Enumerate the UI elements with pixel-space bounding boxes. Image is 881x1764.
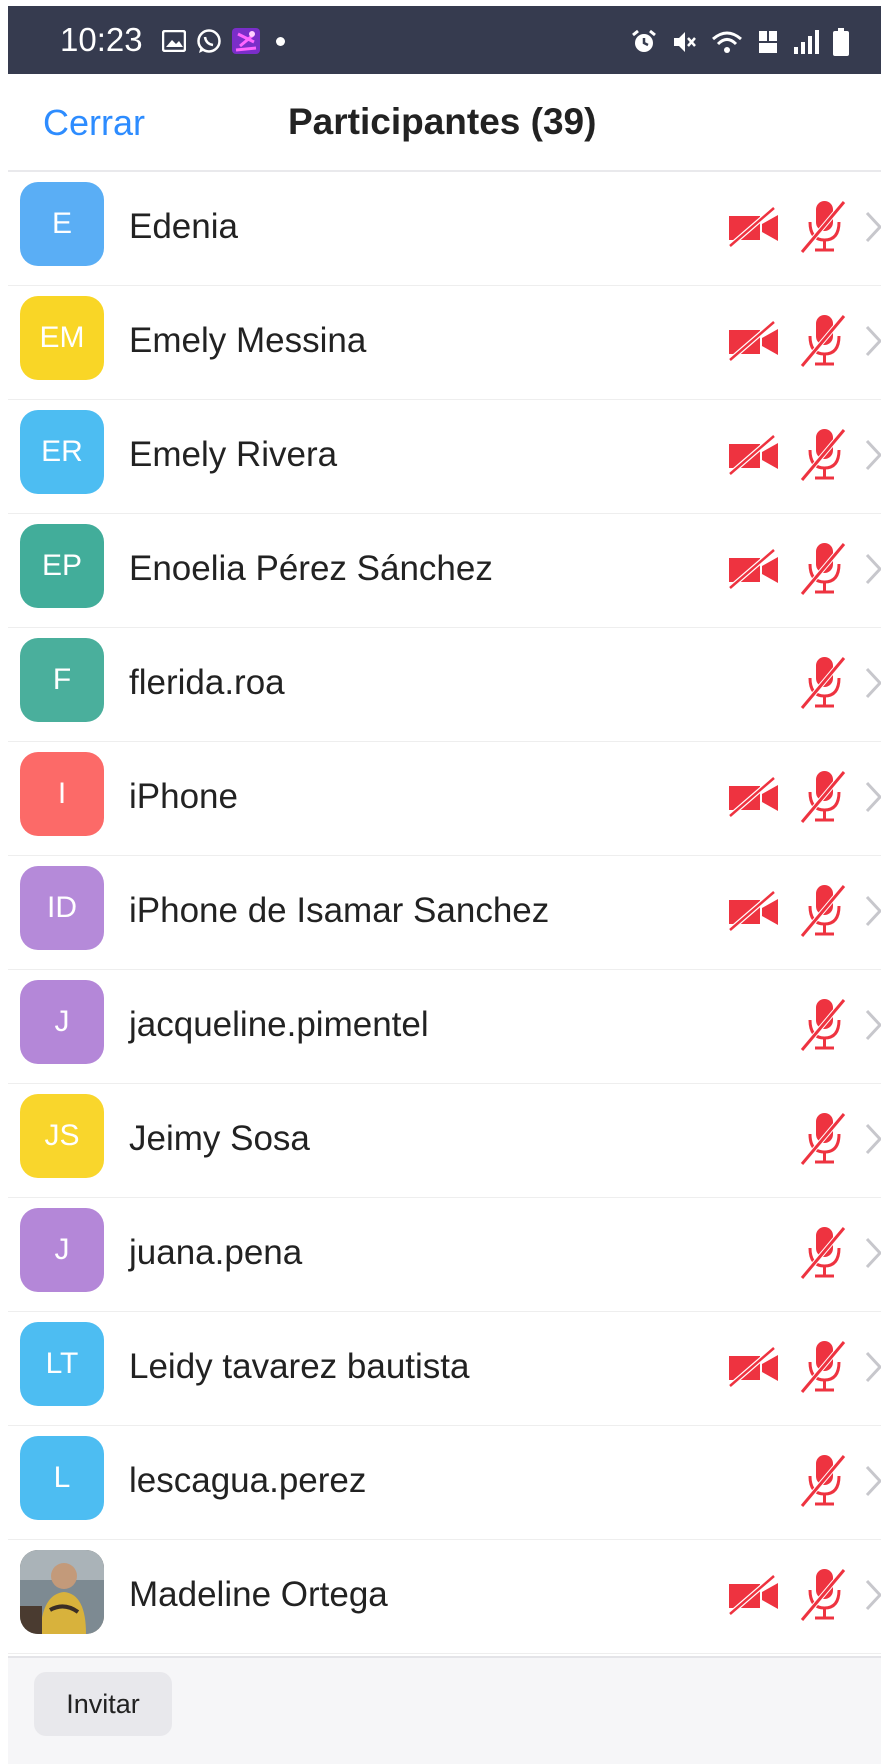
footer-bar: Invitar (8, 1656, 881, 1764)
battery-icon (833, 28, 849, 56)
avatar: ER (20, 410, 104, 494)
participant-row[interactable]: EP Enoelia Pérez Sánchez (8, 514, 881, 628)
mute-icon (674, 32, 696, 52)
wifi-icon (712, 31, 742, 53)
alarm-icon (632, 29, 656, 52)
participant-row[interactable]: Jjacqueline.pimentel (8, 970, 881, 1084)
dot-icon (276, 36, 285, 46)
participant-name: Madeline Ortega (129, 1575, 388, 1614)
participant-row[interactable]: Fflerida.roa (8, 628, 881, 742)
app-icon (232, 28, 260, 54)
mic-muted-icon (798, 768, 850, 824)
participant-row[interactable]: JS Jeimy Sosa (8, 1084, 881, 1198)
gallery-icon (162, 30, 186, 52)
status-time: 10:23 (60, 21, 143, 58)
mic-muted-icon (798, 1338, 850, 1394)
chevron-right-icon[interactable] (864, 1122, 881, 1156)
mic-muted-icon (798, 312, 850, 368)
mic-muted-icon (798, 1566, 850, 1622)
participant-row[interactable]: ID iPhone de Isamar Sanchez (8, 856, 881, 970)
avatar: F (20, 638, 104, 722)
video-off-icon (726, 320, 782, 362)
participant-row[interactable]: Llescagua.perez (8, 1426, 881, 1540)
chevron-right-icon[interactable] (864, 894, 881, 928)
mic-muted-icon (798, 1110, 850, 1166)
chevron-right-icon[interactable] (864, 1350, 881, 1384)
video-off-icon (726, 548, 782, 590)
chevron-right-icon[interactable] (864, 1236, 881, 1270)
participant-name: flerida.roa (129, 663, 285, 702)
avatar: ID (20, 866, 104, 950)
video-off-icon (726, 1346, 782, 1388)
whatsapp-icon (197, 29, 221, 53)
avatar: L (20, 1436, 104, 1520)
mic-muted-icon (798, 996, 850, 1052)
signal-icon (794, 30, 819, 54)
chevron-right-icon[interactable] (864, 1464, 881, 1498)
status-bar: 10:23 (8, 6, 881, 74)
avatar: J (20, 1208, 104, 1292)
avatar: J (20, 980, 104, 1064)
participant-name: lescagua.perez (129, 1461, 367, 1500)
chevron-right-icon[interactable] (864, 210, 881, 244)
avatar: JS (20, 1094, 104, 1178)
participant-row[interactable]: E Edenia (8, 172, 881, 286)
participant-name: Edenia (129, 207, 238, 246)
volte-icon (759, 31, 777, 53)
chevron-right-icon[interactable] (864, 666, 881, 700)
participant-name: Emely Rivera (129, 435, 338, 474)
video-off-icon (726, 434, 782, 476)
participant-name: iPhone (129, 777, 238, 816)
avatar: E (20, 182, 104, 266)
participant-name: Leidy tavarez bautista (129, 1347, 470, 1386)
video-off-icon (726, 1574, 782, 1616)
participant-name: Emely Messina (129, 321, 367, 360)
mic-muted-icon (798, 1452, 850, 1508)
chevron-right-icon[interactable] (864, 552, 881, 586)
avatar: I (20, 752, 104, 836)
chevron-right-icon[interactable] (864, 1578, 881, 1612)
participant-name: juana.pena (129, 1233, 303, 1272)
avatar: EP (20, 524, 104, 608)
participant-list: E Edenia EM Emely Messina ER Emely Rivera E… (8, 172, 881, 1654)
chevron-right-icon[interactable] (864, 438, 881, 472)
mic-muted-icon (798, 882, 850, 938)
participant-row[interactable]: Madeline Ortega (8, 1540, 881, 1654)
participant-row[interactable]: EM Emely Messina (8, 286, 881, 400)
close-button[interactable]: Cerrar (43, 102, 145, 144)
participant-row[interactable]: LT Leidy tavarez bautista (8, 1312, 881, 1426)
invite-button[interactable]: Invitar (34, 1672, 172, 1736)
avatar: LT (20, 1322, 104, 1406)
video-off-icon (726, 206, 782, 248)
mic-muted-icon (798, 1224, 850, 1280)
mic-muted-icon (798, 426, 850, 482)
chevron-right-icon[interactable] (864, 780, 881, 814)
page-title: Participantes (39) (288, 101, 597, 142)
participant-name: jacqueline.pimentel (129, 1005, 429, 1044)
chevron-right-icon[interactable] (864, 1008, 881, 1042)
participant-row[interactable]: ER Emely Rivera (8, 400, 881, 514)
participants-header: Cerrar Participantes (39) (8, 74, 881, 172)
video-off-icon (726, 776, 782, 818)
avatar-photo (20, 1550, 104, 1634)
participant-row[interactable]: Jjuana.pena (8, 1198, 881, 1312)
chevron-right-icon[interactable] (864, 324, 881, 358)
mic-muted-icon (798, 540, 850, 596)
participant-name: Enoelia Pérez Sánchez (129, 549, 493, 588)
participant-row[interactable]: IiPhone (8, 742, 881, 856)
participant-name: Jeimy Sosa (129, 1119, 310, 1158)
mic-muted-icon (798, 198, 850, 254)
avatar: EM (20, 296, 104, 380)
video-off-icon (726, 890, 782, 932)
participant-name: iPhone de Isamar Sanchez (129, 891, 550, 930)
mic-muted-icon (798, 654, 850, 710)
